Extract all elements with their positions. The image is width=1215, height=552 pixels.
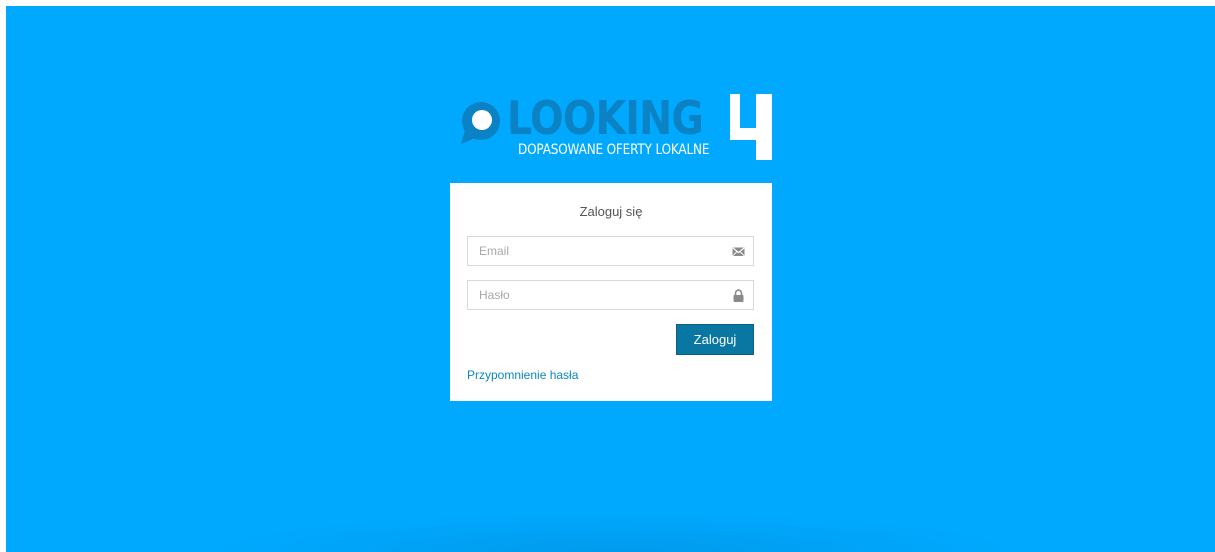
email-field[interactable] bbox=[467, 236, 754, 266]
email-input[interactable] bbox=[468, 237, 753, 265]
password-input[interactable] bbox=[468, 281, 753, 309]
logo-number-four bbox=[730, 94, 772, 160]
password-field[interactable] bbox=[467, 280, 754, 310]
login-page: LOOKING DOPASOWANE OFERTY LOKALNE Zalogu… bbox=[6, 6, 1215, 552]
login-card: Zaloguj się Zaloguj Przypomnienie hasła bbox=[450, 183, 772, 401]
logo-wordmark: LOOKING bbox=[507, 91, 704, 145]
envelope-icon bbox=[732, 247, 745, 257]
forgot-password-link[interactable]: Przypomnienie hasła bbox=[467, 368, 578, 382]
map-pin-icon bbox=[461, 102, 500, 144]
lock-icon bbox=[733, 289, 744, 302]
login-title: Zaloguj się bbox=[579, 204, 643, 219]
brand-logo: LOOKING DOPASOWANE OFERTY LOKALNE bbox=[455, 92, 775, 164]
background-glow bbox=[206, 512, 1025, 552]
logo-tagline: DOPASOWANE OFERTY LOKALNE bbox=[518, 142, 710, 158]
login-button[interactable]: Zaloguj bbox=[676, 324, 754, 355]
